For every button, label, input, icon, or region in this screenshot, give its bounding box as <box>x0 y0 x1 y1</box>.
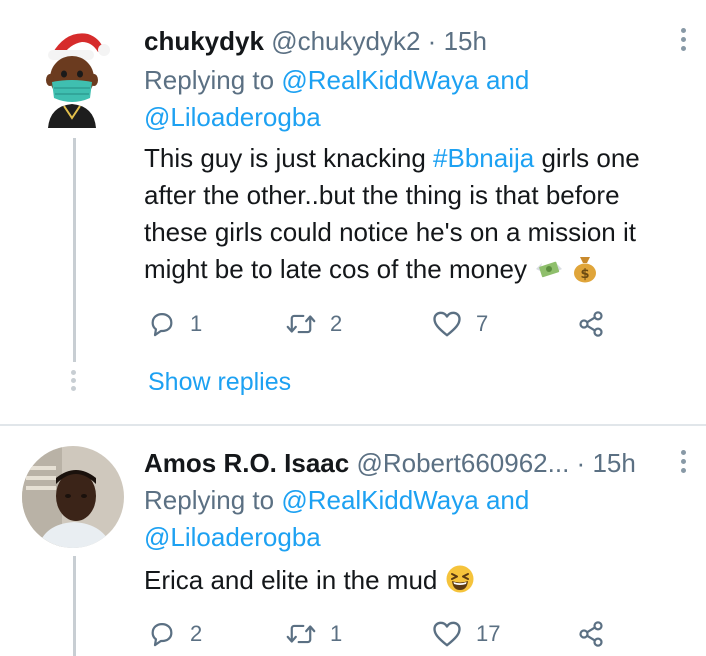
thread-line <box>73 556 76 656</box>
like-count: 7 <box>476 311 489 336</box>
mention-link[interactable]: @RealKiddWaya <box>281 485 478 515</box>
tweet-actions: 1 2 7 <box>148 310 618 342</box>
hashtag-link[interactable]: #Bbnaija <box>433 143 534 173</box>
tweet[interactable]: Amos R.O. Isaac @Robert660962... · 15h R… <box>0 426 706 656</box>
mention-link[interactable]: @Liloaderogba <box>144 522 321 552</box>
reply-button[interactable]: 1 <box>148 310 202 338</box>
like-count: 17 <box>476 621 501 646</box>
profile-photo-icon <box>22 446 124 548</box>
tweet-text: This guy is just knacking #Bbnaija girls… <box>144 140 684 288</box>
thread-dots <box>71 370 77 394</box>
like-button[interactable]: 17 <box>432 620 500 648</box>
separator-dot: · <box>427 26 437 56</box>
replying-prefix: Replying to <box>144 485 275 515</box>
tweet-text-part: This guy is just knacking <box>144 143 426 173</box>
money-with-wings-emoji-icon <box>536 261 563 278</box>
share-button[interactable] <box>576 310 606 338</box>
share-button[interactable] <box>576 620 606 648</box>
show-replies-link[interactable]: Show replies <box>148 368 291 397</box>
like-button[interactable]: 7 <box>432 310 488 338</box>
grinning-squinting-face-emoji-icon <box>446 565 474 593</box>
reply-count: 2 <box>190 621 203 646</box>
thread-line <box>73 138 76 362</box>
more-options-icon[interactable] <box>678 450 688 477</box>
reply-icon <box>151 312 173 337</box>
replying-to: Replying to @RealKiddWaya and @Liloadero… <box>144 482 684 556</box>
tweet-text-part: Erica and elite in the mud <box>144 565 438 595</box>
retweet-icon <box>286 314 316 334</box>
heart-icon <box>433 311 461 337</box>
replying-and[interactable]: and <box>486 485 529 515</box>
reply-icon <box>151 622 173 647</box>
tweet[interactable]: chukydyk @chukydyk2 · 15h Replying to @R… <box>0 0 706 425</box>
user-handle[interactable]: @Robert660962... <box>356 448 569 478</box>
separator-dot: · <box>576 448 586 478</box>
tweet-header: chukydyk @chukydyk2 · 15h <box>144 26 487 56</box>
replying-and[interactable]: and <box>486 65 529 95</box>
share-icon <box>579 621 603 647</box>
more-options-icon[interactable] <box>678 28 688 55</box>
tweet-actions: 2 1 17 <box>148 620 618 652</box>
retweet-count: 1 <box>330 621 343 646</box>
timestamp[interactable]: 15h <box>592 448 635 478</box>
replying-to: Replying to @RealKiddWaya and @Liloadero… <box>144 62 684 136</box>
tweet-header: Amos R.O. Isaac @Robert660962... · 15h <box>144 448 636 478</box>
svg-text:$: $ <box>581 267 590 282</box>
money-bag-emoji-icon: $ <box>574 257 597 283</box>
timestamp[interactable]: 15h <box>444 26 487 56</box>
share-icon <box>579 311 603 337</box>
mention-link[interactable]: @Liloaderogba <box>144 102 321 132</box>
mention-link[interactable]: @RealKiddWaya <box>281 65 478 95</box>
santa-mask-avatar-icon <box>46 33 110 128</box>
replying-prefix: Replying to <box>144 65 275 95</box>
reply-button[interactable]: 2 <box>148 620 202 648</box>
retweet-button[interactable]: 1 <box>286 620 342 648</box>
heart-icon <box>433 621 461 647</box>
display-name[interactable]: chukydyk <box>144 26 264 56</box>
avatar[interactable] <box>22 446 124 548</box>
user-handle[interactable]: @chukydyk2 <box>271 26 420 56</box>
tweet-text: Erica and elite in the mud <box>144 562 684 599</box>
display-name[interactable]: Amos R.O. Isaac <box>144 448 349 478</box>
reply-count: 1 <box>190 311 203 336</box>
retweet-count: 2 <box>330 311 343 336</box>
retweet-icon <box>286 624 316 644</box>
avatar[interactable] <box>42 28 110 128</box>
retweet-button[interactable]: 2 <box>286 310 342 338</box>
